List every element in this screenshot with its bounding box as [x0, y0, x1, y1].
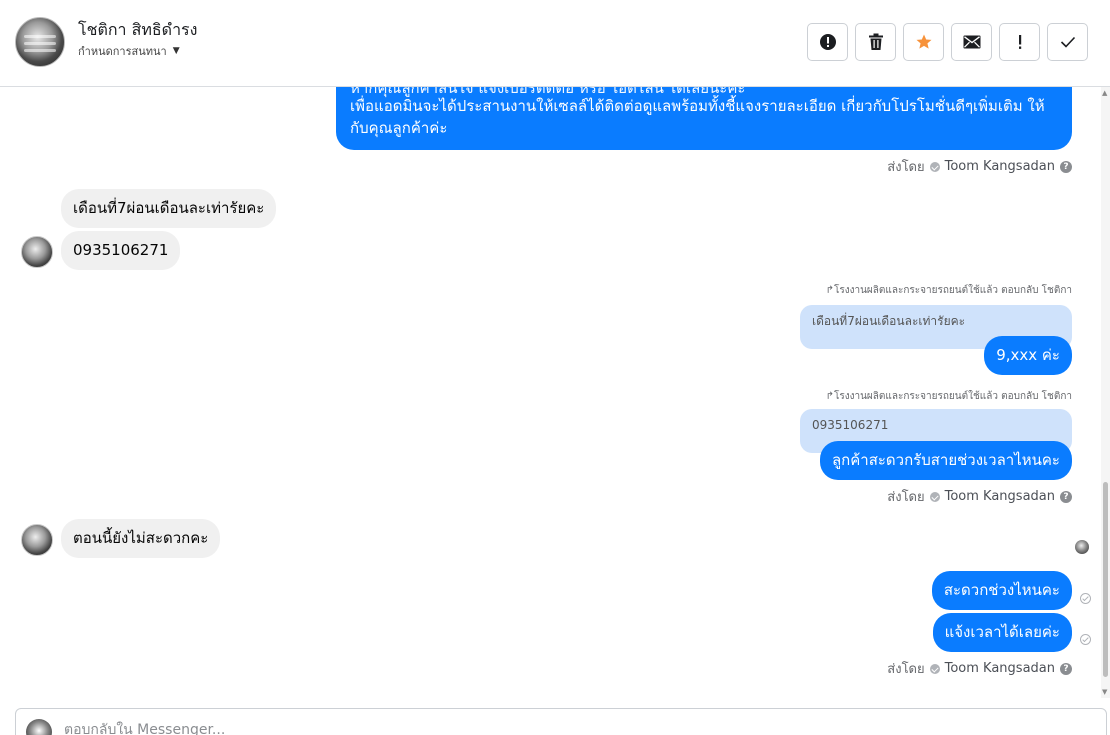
message-text: กับคุณลูกค้าค่ะ — [350, 119, 448, 137]
check-icon — [1060, 36, 1075, 48]
delivered-icon — [1080, 634, 1091, 645]
verified-icon — [929, 161, 940, 172]
reply-arrow-icon: ↱ — [825, 285, 834, 296]
sent-by-text: ส่งโดย — [887, 490, 925, 505]
seen-avatar-icon — [1075, 540, 1089, 554]
trash-icon — [868, 33, 883, 50]
incoming-message[interactable]: ตอนนี้ยังไม่สะดวกคะ — [61, 519, 221, 558]
envelope-icon — [963, 35, 980, 49]
sent-by-text: ส่งโดย — [887, 160, 925, 175]
important-button[interactable] — [999, 23, 1040, 61]
verified-icon — [929, 491, 940, 502]
conversation-status-label: กำหนดการสนทนา — [78, 45, 167, 58]
reply-composer — [15, 708, 1107, 735]
contact-avatar[interactable] — [15, 17, 65, 67]
contact-avatar-small — [21, 524, 53, 556]
scroll-down-icon[interactable]: ▼ — [1102, 688, 1107, 696]
done-button[interactable] — [1047, 23, 1088, 61]
mark-spam-button[interactable] — [807, 23, 848, 61]
star-icon — [916, 34, 931, 49]
agent-name[interactable]: Toom Kangsadan — [945, 661, 1055, 676]
outgoing-message[interactable]: หากคุณลูกค้าสนใจ แจ้งเบอร์ติดต่อ หรือ ไอ… — [336, 87, 1072, 150]
conversation-status-dropdown[interactable]: กำหนดการสนทนา ▼ — [78, 42, 180, 60]
sent-by-label: ส่งโดย Toom Kangsadan ? — [887, 156, 1072, 177]
reply-input[interactable] — [64, 717, 964, 735]
outgoing-message[interactable]: แจ้งเวลาได้เลยค่ะ — [932, 613, 1072, 652]
agent-name[interactable]: Toom Kangsadan — [945, 159, 1055, 174]
reply-arrow-icon: ↱ — [825, 391, 834, 402]
reply-meta: ↱โรงงานผลิตและกระจายรถยนต์ใช้แล้ว ตอบกลั… — [826, 389, 1072, 404]
delivered-icon — [1080, 593, 1091, 604]
outgoing-message[interactable]: 9,xxx ค่ะ — [984, 336, 1072, 375]
conversation-toolbar — [807, 23, 1088, 61]
verified-icon — [929, 663, 940, 674]
outgoing-message[interactable]: ลูกค้าสะดวกรับสายช่วงเวลาไหนคะ — [819, 441, 1072, 480]
outgoing-message[interactable]: สะดวกช่วงไหนคะ — [931, 571, 1072, 610]
star-button[interactable] — [903, 23, 944, 61]
reply-meta-text: โรงงานผลิตและกระจายรถยนต์ใช้แล้ว ตอบกลับ… — [833, 285, 1072, 296]
exclamation-icon — [1018, 35, 1021, 49]
help-icon[interactable]: ? — [1060, 160, 1072, 173]
caret-down-icon: ▼ — [172, 46, 180, 56]
incoming-message[interactable]: 0935106271 — [61, 231, 181, 270]
sent-by-label: ส่งโดย Toom Kangsadan ? — [887, 486, 1072, 507]
conversation-header: โชติกา สิทธิดำรง กำหนดการสนทนา ▼ — [0, 0, 1110, 87]
sent-by-label: ส่งโดย Toom Kangsadan ? — [887, 658, 1072, 679]
page-avatar — [26, 719, 52, 735]
agent-name[interactable]: Toom Kangsadan — [945, 489, 1055, 504]
incoming-message[interactable]: เดือนที่7ผ่อนเดือนละเท่ารัยคะ — [61, 189, 277, 228]
message-text: เพื่อแอดมินจะได้ประสานงานให้เซลล์ได้ติดต… — [350, 97, 1045, 115]
alert-circle-icon — [819, 34, 836, 50]
message-thread[interactable]: หากคุณลูกค้าสนใจ แจ้งเบอร์ติดต่อ หรือ ไอ… — [0, 87, 1101, 698]
thread-scrollbar[interactable]: ▲ ▼ — [1101, 87, 1110, 698]
help-icon[interactable]: ? — [1060, 490, 1072, 503]
reply-meta: ↱โรงงานผลิตและกระจายรถยนต์ใช้แล้ว ตอบกลั… — [826, 283, 1072, 298]
delete-button[interactable] — [855, 23, 896, 61]
sent-by-text: ส่งโดย — [887, 662, 925, 677]
contact-avatar-small — [21, 236, 53, 268]
help-icon[interactable]: ? — [1060, 662, 1072, 675]
reply-meta-text: โรงงานผลิตและกระจายรถยนต์ใช้แล้ว ตอบกลับ… — [833, 391, 1072, 402]
scroll-up-icon[interactable]: ▲ — [1102, 89, 1107, 97]
scrollbar-thumb[interactable] — [1103, 482, 1108, 677]
email-button[interactable] — [951, 23, 992, 61]
contact-name[interactable]: โชติกา สิทธิดำรง — [78, 18, 197, 43]
